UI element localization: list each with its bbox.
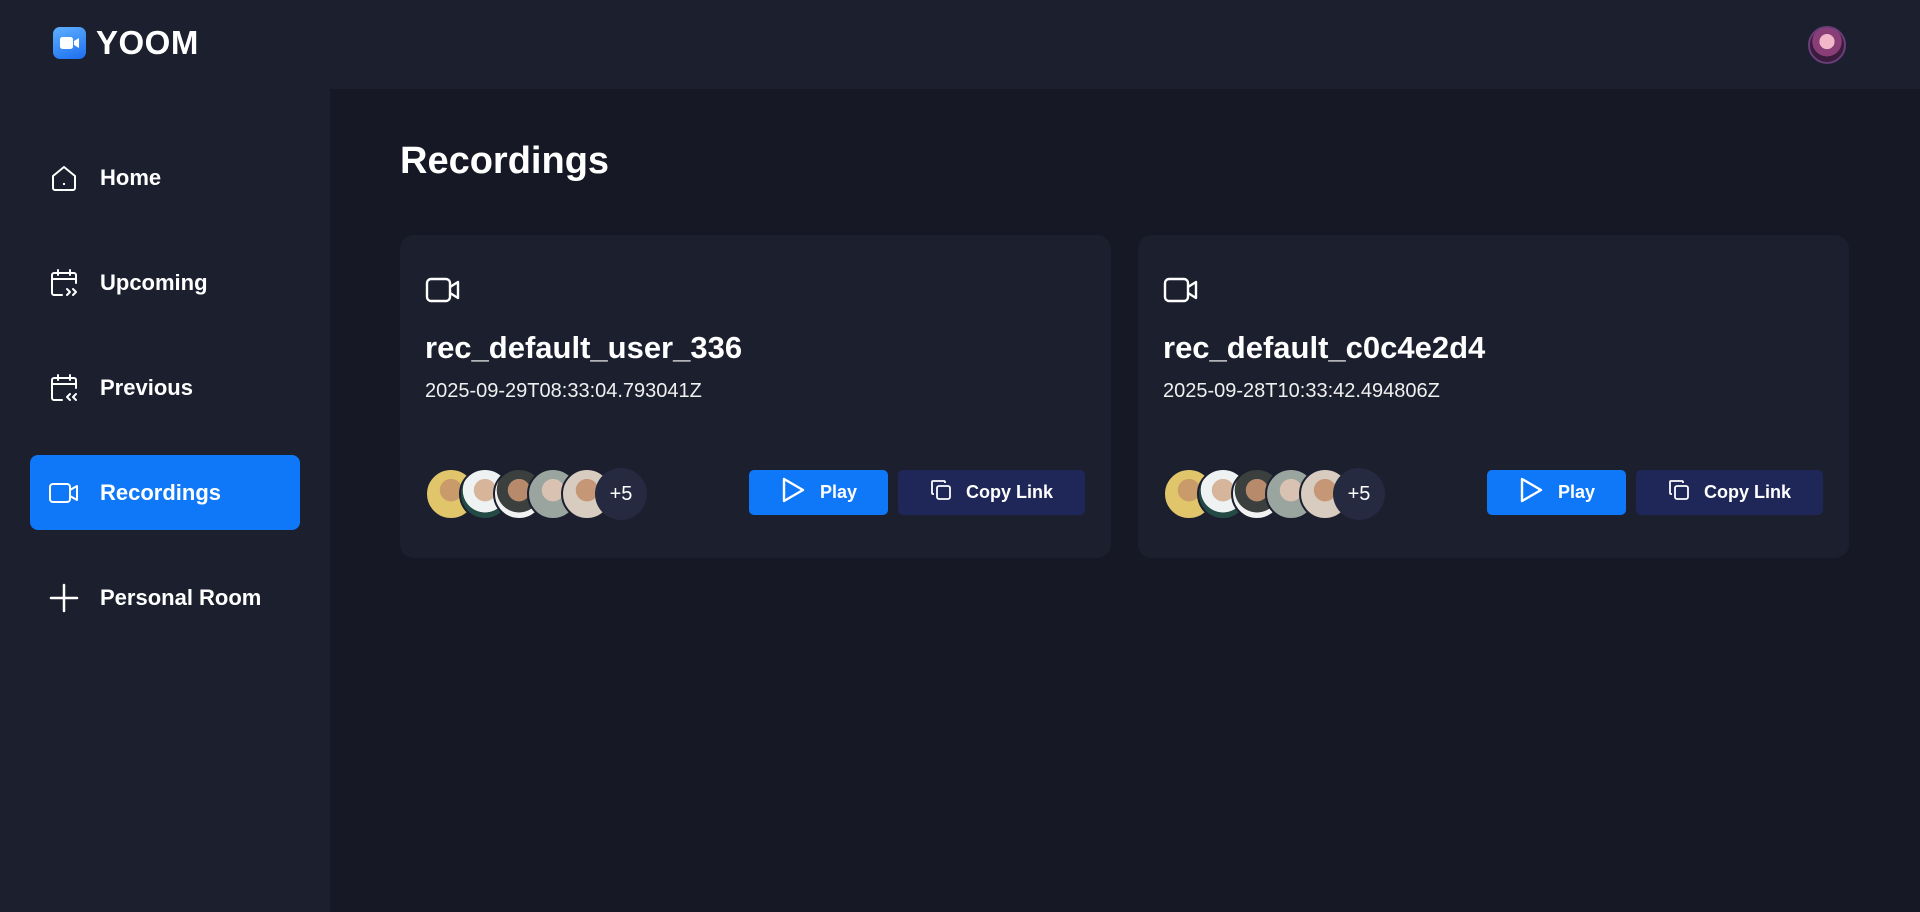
copy-link-button[interactable]: Copy Link xyxy=(898,470,1085,515)
recording-title: rec_default_user_336 xyxy=(425,330,743,365)
video-camera-icon xyxy=(48,477,80,509)
sidebar-item-label: Recordings xyxy=(100,479,222,505)
app-logo[interactable]: YOOM xyxy=(53,24,199,61)
sidebar-item-home[interactable]: Home xyxy=(30,140,300,215)
user-avatar-button[interactable] xyxy=(1808,26,1846,64)
copy-link-label: Copy Link xyxy=(1703,482,1791,502)
sidebar-item-personal-room[interactable]: Personal Room xyxy=(30,560,300,635)
app-name: YOOM xyxy=(96,24,199,61)
copy-icon xyxy=(930,479,952,506)
logo-video-icon xyxy=(53,27,86,59)
page-title: Recordings xyxy=(400,140,610,182)
sidebar-item-label: Upcoming xyxy=(100,269,208,295)
copy-link-button[interactable]: Copy Link xyxy=(1636,470,1823,515)
sidebar-item-label: Personal Room xyxy=(100,584,262,610)
plus-icon xyxy=(48,582,80,614)
recording-card: rec_default_user_336 2025-09-29T08:33:04… xyxy=(400,235,1111,558)
attendee-avatars: +5 xyxy=(1163,468,1393,520)
sidebar-item-previous[interactable]: Previous xyxy=(30,350,300,425)
play-label: Play xyxy=(819,482,858,502)
calendar-back-icon xyxy=(48,372,80,404)
play-button[interactable]: Play xyxy=(1487,470,1626,515)
sidebar-item-upcoming[interactable]: Upcoming xyxy=(30,245,300,320)
recording-card: rec_default_c0c4e2d4 2025-09-28T10:33:42… xyxy=(1138,235,1849,558)
copy-link-label: Copy Link xyxy=(965,482,1053,502)
top-navbar: YOOM xyxy=(0,0,1920,89)
copy-icon xyxy=(1668,479,1690,506)
recording-date: 2025-09-29T08:33:04.793041Z xyxy=(425,380,702,402)
play-label: Play xyxy=(1557,482,1596,502)
more-attendees-count: +5 xyxy=(1333,468,1385,520)
play-icon xyxy=(1518,476,1544,509)
play-button[interactable]: Play xyxy=(749,470,888,515)
sidebar-item-label: Previous xyxy=(100,374,193,400)
play-icon xyxy=(780,476,806,509)
attendee-avatars: +5 xyxy=(425,468,655,520)
sidebar: Home Upcoming Previous Recordings Person… xyxy=(0,89,330,912)
home-icon xyxy=(48,162,80,194)
calendar-forward-icon xyxy=(48,267,80,299)
video-camera-icon xyxy=(425,275,461,305)
sidebar-item-label: Home xyxy=(100,164,162,190)
sidebar-item-recordings[interactable]: Recordings xyxy=(30,455,300,530)
more-attendees-count: +5 xyxy=(595,468,647,520)
recording-date: 2025-09-28T10:33:42.494806Z xyxy=(1163,380,1440,402)
video-camera-icon xyxy=(1163,275,1199,305)
recording-title: rec_default_c0c4e2d4 xyxy=(1163,330,1486,365)
